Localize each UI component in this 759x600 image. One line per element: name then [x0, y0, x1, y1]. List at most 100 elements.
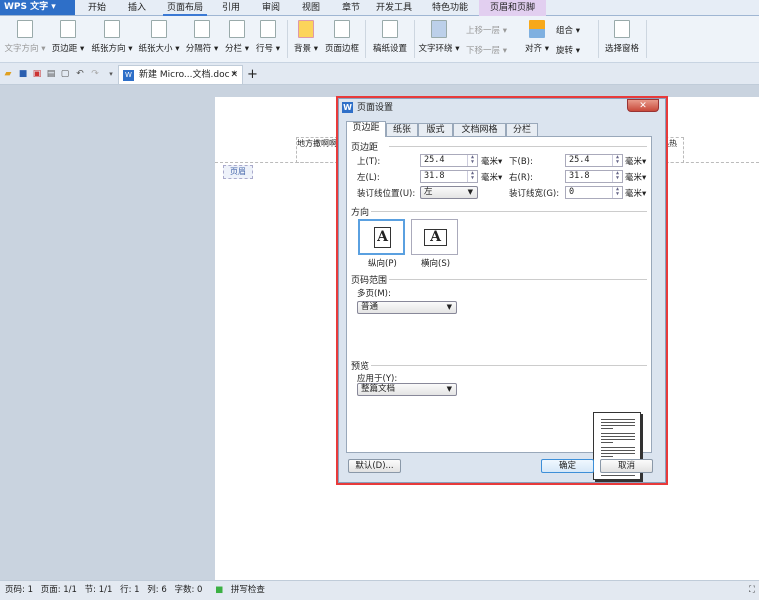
landscape-option[interactable]: A: [411, 219, 458, 255]
tab-header-footer[interactable]: 页眉和页脚: [479, 0, 546, 16]
page-range-section-label: 页码范围: [351, 276, 388, 286]
dropdown-icon[interactable]: ▾: [106, 69, 116, 79]
rotate-button[interactable]: 旋转 ▾: [556, 44, 596, 56]
manuscript-settings-button[interactable]: 稿纸设置: [370, 20, 410, 54]
cancel-button[interactable]: 取消: [600, 459, 653, 473]
multiple-pages-select[interactable]: 普通 ▼: [357, 301, 457, 314]
orientation-section-label: 方向: [351, 208, 370, 218]
tab-references[interactable]: 引用: [214, 0, 248, 16]
left-margin-label: 左(L):: [357, 173, 380, 183]
page-border-icon: [334, 20, 350, 38]
print-icon[interactable]: ▤: [46, 69, 56, 79]
gutter-position-select[interactable]: 左 ▼: [420, 186, 478, 199]
orientation-button[interactable]: 纸张方向 ▾: [90, 20, 134, 54]
divider: [371, 365, 647, 366]
landscape-label: 横向(S): [421, 259, 451, 269]
gutter-width-input[interactable]: 0 ▲ ▼: [565, 186, 623, 199]
close-tab-icon[interactable]: ✕: [230, 66, 238, 84]
text-wrap-button[interactable]: 文字环绕 ▾: [418, 20, 460, 54]
doc-icon: W: [123, 70, 134, 81]
status-column: 列: 6: [147, 585, 167, 595]
paper-size-button[interactable]: 纸张大小 ▾: [137, 20, 181, 54]
send-backward-button[interactable]: 下移一层 ▾: [466, 44, 522, 56]
save-icon[interactable]: ■: [18, 69, 28, 79]
bottom-margin-label: 下(B):: [509, 157, 533, 167]
spinner-icon[interactable]: ▲ ▼: [612, 155, 622, 166]
top-margin-label: 上(T):: [357, 157, 381, 167]
align-icon: [529, 20, 545, 38]
divider: [365, 20, 366, 58]
status-pages: 页面: 1/1: [40, 585, 77, 595]
tab-page-layout[interactable]: 页面布局: [163, 0, 207, 16]
right-margin-input[interactable]: 31.8 ▲ ▼: [565, 170, 623, 183]
open-folder-icon[interactable]: ▰: [3, 69, 13, 79]
align-button[interactable]: 对齐 ▾: [525, 20, 549, 54]
right-margin-unit[interactable]: 毫米▾: [625, 171, 646, 183]
chevron-down-icon: ▼: [467, 188, 473, 196]
selection-pane-icon: [614, 20, 630, 38]
bottom-margin-input[interactable]: 25.4 ▲ ▼: [565, 154, 623, 167]
text-direction-button[interactable]: 文字方向 ▾: [4, 20, 46, 54]
columns-button[interactable]: 分栏 ▾: [223, 20, 251, 54]
left-margin-input[interactable]: 31.8 ▲ ▼: [420, 170, 478, 183]
left-margin-unit[interactable]: 毫米▾: [481, 171, 502, 183]
ok-button[interactable]: 确定: [541, 459, 594, 473]
document-tab[interactable]: W 新建 Micro...文档.doc * ✕: [118, 65, 243, 84]
divider: [371, 211, 647, 212]
tab-layout[interactable]: 版式: [418, 123, 453, 137]
redo-icon[interactable]: ↷: [90, 69, 100, 79]
margins-icon: [60, 20, 76, 38]
tab-document-grid[interactable]: 文档网格: [453, 123, 506, 137]
spinner-icon[interactable]: ▲ ▼: [612, 187, 622, 198]
close-button[interactable]: ✕: [627, 99, 659, 112]
bring-forward-button[interactable]: 上移一层 ▾: [466, 24, 522, 36]
page-border-button[interactable]: 页面边框: [323, 20, 361, 54]
tab-margins[interactable]: 页边距: [346, 121, 386, 137]
preview-section-label: 预览: [351, 362, 370, 372]
fullscreen-icon[interactable]: ⛶: [749, 581, 755, 599]
text-direction-icon: [17, 20, 33, 38]
portrait-option[interactable]: A: [358, 219, 405, 255]
tab-view[interactable]: 视图: [294, 0, 328, 16]
background-button[interactable]: 背景 ▾: [292, 20, 320, 54]
header-text[interactable]: 地方撒啊啊热热热热热热: [296, 137, 338, 163]
spinner-icon[interactable]: ▲ ▼: [467, 155, 477, 166]
new-tab-button[interactable]: +: [247, 65, 258, 84]
group-button[interactable]: 组合 ▾: [556, 24, 596, 36]
spell-check-status-icon: ■: [215, 585, 224, 595]
apply-to-select[interactable]: 整篇文档 ▼: [357, 383, 457, 396]
top-margin-unit[interactable]: 毫米▾: [481, 155, 502, 167]
margins-button[interactable]: 页边距 ▾: [50, 20, 86, 54]
status-page: 页码: 1: [5, 585, 33, 595]
gutter-width-unit[interactable]: 毫米▾: [625, 187, 646, 199]
chevron-down-icon: ▼: [446, 385, 452, 393]
selection-pane-button[interactable]: 选择窗格: [602, 20, 642, 54]
header-label: 页眉: [223, 165, 253, 179]
tab-columns[interactable]: 分栏: [506, 123, 538, 137]
ribbon: 文字方向 ▾ 页边距 ▾ 纸张方向 ▾ 纸张大小 ▾ 分隔符 ▾ 分栏 ▾ 行号…: [0, 16, 759, 63]
tab-start[interactable]: 开始: [80, 0, 114, 16]
line-numbers-button[interactable]: 行号 ▾: [254, 20, 282, 54]
print-preview-icon[interactable]: ▢: [60, 69, 70, 79]
status-word-count[interactable]: 字数: 0: [174, 585, 202, 595]
tab-insert[interactable]: 插入: [120, 0, 154, 16]
wps-app-menu-button[interactable]: WPS 文字 ▾: [0, 0, 75, 15]
export-pdf-icon[interactable]: ▣: [32, 69, 42, 79]
bottom-margin-unit[interactable]: 毫米▾: [625, 155, 646, 167]
tab-special[interactable]: 特色功能: [428, 0, 472, 16]
spell-check-toggle[interactable]: ■ 拼写检查: [210, 585, 265, 595]
breaks-button[interactable]: 分隔符 ▾: [184, 20, 220, 54]
spinner-icon[interactable]: ▲ ▼: [467, 171, 477, 182]
top-margin-input[interactable]: 25.4 ▲ ▼: [420, 154, 478, 167]
tab-developer[interactable]: 开发工具: [372, 0, 416, 16]
tab-chapter[interactable]: 章节: [334, 0, 368, 16]
default-button[interactable]: 默认(D)...: [348, 459, 401, 473]
divider: [389, 279, 647, 280]
divider: [389, 146, 647, 147]
undo-icon[interactable]: ↶: [75, 69, 85, 79]
gutter-width-label: 装订线宽(G):: [509, 189, 560, 199]
spinner-icon[interactable]: ▲ ▼: [612, 171, 622, 182]
tab-review[interactable]: 审阅: [254, 0, 288, 16]
tab-paper[interactable]: 纸张: [386, 123, 418, 137]
columns-icon: [229, 20, 245, 38]
